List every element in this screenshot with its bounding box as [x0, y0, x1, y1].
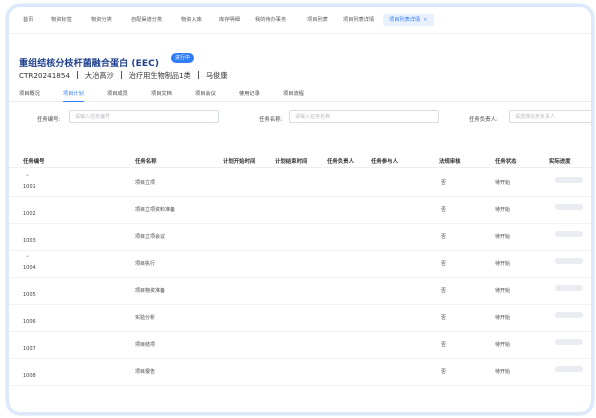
task-name-cell: 项目执行	[135, 261, 156, 267]
project-title-row: 重组结核分枝杆菌融合蛋白 (EEC) 进行中	[19, 51, 195, 69]
project-category: 治疗用生物制品1类	[128, 71, 191, 80]
task-status-cell: 待开始	[495, 234, 511, 240]
tab-project-list-detail-active[interactable]: 项目列表详情 ×	[383, 14, 434, 26]
table-row[interactable]: 1003 项目立项会议 否 待开始	[9, 223, 591, 251]
review-cell: 否	[441, 180, 447, 186]
divider	[197, 71, 199, 79]
col-progress: 实际进度	[549, 159, 571, 165]
task-name-cell: 项目结项	[135, 342, 156, 348]
col-task-code: 任务编号	[23, 159, 45, 165]
task-code-cell: 1005	[23, 292, 36, 298]
table-row[interactable]: ⌄ 1004 项目执行 否 待开始	[9, 250, 591, 278]
task-code-cell: 1004	[23, 265, 36, 271]
subtab-overview[interactable]: 项目概况	[19, 90, 40, 97]
col-owner: 任务负责人	[327, 159, 354, 165]
app-frame: 首页 物资标签 物资分类 自配渠道分类 物资入库 库存明细 我的待办事务 项目列…	[6, 4, 594, 415]
subtab-plan[interactable]: 项目计划	[63, 90, 84, 102]
review-cell: 否	[441, 288, 447, 294]
divider	[77, 71, 78, 79]
review-cell: 否	[441, 369, 447, 375]
tab-home[interactable]: 首页	[23, 17, 33, 23]
task-status-cell: 待开始	[495, 315, 511, 321]
col-participants: 任务参与人	[371, 159, 398, 165]
project-code: CTR20241854	[19, 71, 70, 80]
table-row[interactable]: ⌄ 1001 项目立项 否 待开始	[9, 169, 591, 197]
status-badge: 进行中	[171, 53, 195, 63]
tab-material-tags[interactable]: 物资标签	[51, 17, 72, 23]
tab-material-category[interactable]: 物资分类	[91, 17, 112, 23]
task-code-cell: 1003	[23, 238, 36, 244]
task-name-input[interactable]: 请输入任务名称	[289, 110, 439, 123]
tab-inventory-detail[interactable]: 库存明细	[219, 17, 240, 23]
col-status: 任务状态	[495, 159, 517, 165]
progress-bar	[555, 231, 583, 237]
expand-chevron-icon[interactable]: ⌄	[25, 171, 30, 178]
progress-bar	[555, 177, 583, 183]
progress-bar	[555, 258, 583, 264]
col-plan-start: 计划开始时间	[223, 159, 256, 165]
top-tab-bar: 首页 物资标签 物资分类 自配渠道分类 物资入库 库存明细 我的待办事务 项目列…	[9, 7, 591, 34]
task-name-cell: 项目立项会议	[135, 234, 166, 240]
review-cell: 否	[441, 234, 447, 240]
col-task-name: 任务名称	[135, 159, 157, 165]
task-name-cell: 项目立项资料准备	[135, 207, 176, 213]
expand-chevron-icon[interactable]: ⌄	[25, 252, 30, 259]
subtab-documents[interactable]: 项目文档	[151, 90, 172, 97]
table-row[interactable]: 1002 项目立项资料准备 否 待开始	[9, 196, 591, 224]
task-name-cell: 项目立项	[135, 180, 156, 186]
task-status-cell: 待开始	[495, 207, 511, 213]
col-review: 法规审核	[439, 159, 461, 165]
task-status-cell: 待开始	[495, 342, 511, 348]
progress-bar	[555, 285, 583, 291]
task-name-cell: 实验分析	[135, 315, 156, 321]
close-icon[interactable]: ×	[423, 17, 427, 23]
task-code-cell: 1001	[23, 184, 36, 190]
task-code-cell: 1007	[23, 346, 36, 352]
task-name-cell: 项目物资准备	[135, 288, 166, 294]
review-cell: 否	[441, 315, 447, 321]
table-row[interactable]: 1008 项目报告 否 待开始	[9, 358, 591, 386]
subtab-process[interactable]: 项目流程	[283, 90, 304, 97]
progress-bar	[555, 366, 583, 372]
tab-my-todo[interactable]: 我的待办事务	[255, 17, 286, 23]
task-status-cell: 待开始	[495, 180, 511, 186]
task-code-cell: 1006	[23, 319, 36, 325]
tab-project-list-detail[interactable]: 项目列表详情	[343, 17, 374, 23]
project-meta: CTR20241854 大冶高沙 治疗用生物制品1类 马俊康	[19, 71, 227, 81]
col-plan-end: 计划结束时间	[275, 159, 308, 165]
task-name-cell: 项目报告	[135, 369, 156, 375]
task-code-input[interactable]: 请输入任务编号	[69, 110, 219, 123]
task-code-cell: 1002	[23, 211, 36, 217]
task-status-cell: 待开始	[495, 261, 511, 267]
project-title: 重组结核分枝杆菌融合蛋白 (EEC)	[19, 59, 160, 69]
table-row[interactable]: 1006 实验分析 否 待开始	[9, 304, 591, 332]
task-code-cell: 1008	[23, 373, 36, 379]
subtab-usage-records[interactable]: 使用记录	[239, 90, 260, 97]
tab-project-list[interactable]: 项目列表	[307, 17, 328, 23]
task-status-cell: 待开始	[495, 369, 511, 375]
sub-tab-bar: 项目概况 项目计划 项目成员 项目文档 项目会议 使用记录 项目流程	[9, 87, 591, 102]
active-tab-label: 项目列表详情	[389, 17, 421, 23]
tab-material-inbound[interactable]: 物资入库	[181, 17, 202, 23]
filter-owner-label: 任务负责人:	[469, 117, 498, 123]
table-header: 任务编号 任务名称 计划开始时间 计划结束时间 任务负责人 任务参与人 法规审核…	[9, 153, 591, 168]
progress-bar	[555, 312, 583, 318]
review-cell: 否	[441, 261, 447, 267]
progress-bar	[555, 204, 583, 210]
divider	[120, 71, 122, 79]
subtab-members[interactable]: 项目成员	[107, 90, 128, 97]
subtab-meetings[interactable]: 项目会议	[195, 90, 216, 97]
table-row[interactable]: 1007 项目结项 否 待开始	[9, 331, 591, 359]
tab-channel-category[interactable]: 自配渠道分类	[131, 17, 162, 23]
project-company: 大冶高沙	[85, 71, 114, 80]
filter-name-label: 任务名称:	[259, 117, 283, 123]
review-cell: 否	[441, 342, 447, 348]
progress-bar	[555, 339, 583, 345]
table-row[interactable]: 1005 项目物资准备 否 待开始	[9, 277, 591, 305]
task-owner-select[interactable]: 请选择任务负责人	[509, 110, 591, 123]
task-status-cell: 待开始	[495, 288, 511, 294]
review-cell: 否	[441, 207, 447, 213]
project-person: 马俊康	[205, 71, 228, 80]
filter-code-label: 任务编号:	[37, 117, 61, 123]
